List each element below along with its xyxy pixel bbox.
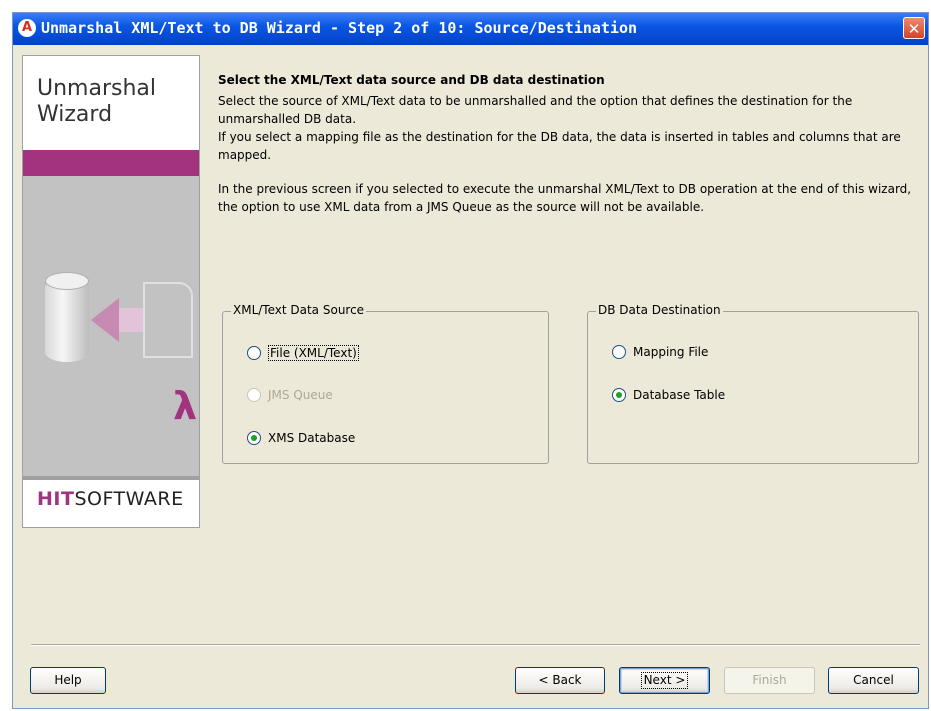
- radio-xms-database[interactable]: XMS Database: [247, 431, 355, 445]
- window-title: Unmarshal XML/Text to DB Wizard - Step 2…: [41, 19, 638, 37]
- arrow-tail-graphic: [117, 308, 145, 332]
- close-icon: ✕: [907, 20, 921, 38]
- close-button[interactable]: ✕: [903, 17, 925, 39]
- destination-group-label: DB Data Destination: [596, 303, 723, 317]
- step-description: Select the XML/Text data source and DB d…: [218, 71, 918, 216]
- arrow-left-icon: [91, 298, 119, 342]
- radio-mapping-file[interactable]: Mapping File: [612, 345, 708, 359]
- wizard-title: Unmarshal Wizard: [37, 76, 156, 128]
- description-para2: If you select a mapping file as the dest…: [218, 130, 901, 162]
- radio-file-xml-text[interactable]: File (XML/Text): [247, 345, 359, 361]
- finish-button: Finish: [724, 667, 815, 694]
- wizard-window: A Unmarshal XML/Text to DB Wizard - Step…: [12, 12, 929, 709]
- back-button[interactable]: < Back: [515, 667, 605, 694]
- radio-label: Mapping File: [633, 345, 709, 359]
- radio-button[interactable]: [247, 431, 261, 445]
- radio-label: Database Table: [633, 388, 726, 402]
- title-bar[interactable]: A Unmarshal XML/Text to DB Wizard - Step…: [13, 13, 928, 45]
- logo-divider: [23, 476, 199, 480]
- radio-button[interactable]: [247, 346, 261, 360]
- button-separator: [31, 644, 920, 646]
- radio-database-table[interactable]: Database Table: [612, 388, 725, 402]
- radio-label: XMS Database: [268, 431, 356, 445]
- lambda-icon: λ: [173, 384, 198, 428]
- source-group: XML/Text Data Source File (XML/Text) JMS…: [222, 303, 549, 464]
- radio-jms-queue: JMS Queue: [247, 388, 333, 402]
- destination-group: DB Data Destination Mapping File Databas…: [587, 303, 919, 464]
- radio-label: JMS Queue: [268, 388, 333, 402]
- document-icon: [143, 282, 193, 358]
- accent-band: [23, 150, 199, 176]
- description-para1: Select the source of XML/Text data to be…: [218, 94, 853, 126]
- hitsoftware-logo: HITSOFTWARE: [37, 488, 184, 510]
- radio-label: File (XML/Text): [268, 345, 359, 361]
- database-icon-top: [45, 272, 89, 290]
- database-icon: [45, 278, 89, 362]
- step-heading: Select the XML/Text data source and DB d…: [218, 73, 605, 87]
- app-icon: A: [18, 19, 36, 37]
- wizard-title-line2: Wizard: [37, 102, 113, 127]
- cancel-button[interactable]: Cancel: [828, 667, 919, 694]
- wizard-title-line1: Unmarshal: [37, 76, 157, 101]
- radio-button: [247, 388, 261, 402]
- radio-button[interactable]: [612, 388, 626, 402]
- description-para3: In the previous screen if you selected t…: [218, 182, 912, 214]
- radio-button[interactable]: [612, 345, 626, 359]
- next-button[interactable]: Next >: [619, 667, 710, 694]
- source-group-label: XML/Text Data Source: [231, 303, 367, 317]
- help-button[interactable]: Help: [30, 667, 106, 694]
- wizard-side-panel: Unmarshal Wizard λ HITSOFTWARE: [22, 55, 200, 528]
